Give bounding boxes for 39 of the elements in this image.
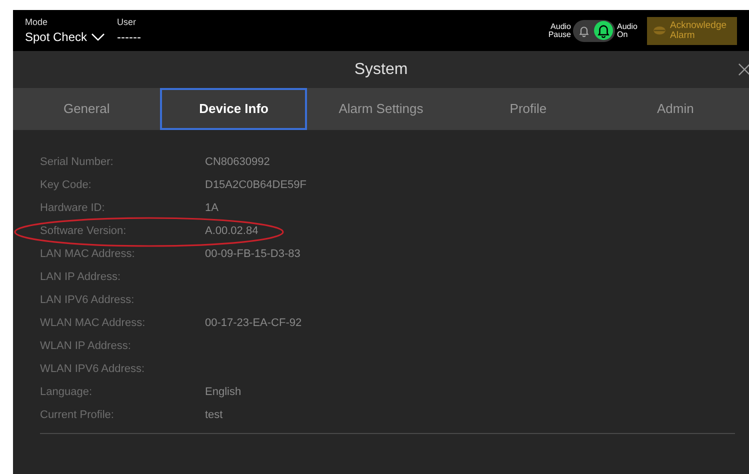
bell-icon <box>594 21 613 40</box>
tab[interactable]: Alarm Settings <box>307 88 455 130</box>
field-label: LAN IPV6 Address: <box>40 293 136 308</box>
audio-toggle[interactable] <box>573 20 615 42</box>
bell-muted-icon <box>578 24 590 36</box>
field-value: CN80630992 <box>205 155 270 170</box>
acknowledge-alarm-button[interactable]: Acknowledge Alarm <box>647 16 737 44</box>
field-label: Language: <box>40 385 93 400</box>
field-label: WLAN MAC Address: <box>40 316 146 332</box>
field-value: test <box>205 408 223 424</box>
field-value: A.00.02.84 <box>205 224 258 240</box>
field-value: 00-17-23-EA-CF-92 <box>205 316 302 332</box>
audio-on-label: Audio On <box>617 22 638 38</box>
mode-dropdown[interactable]: Spot Check <box>25 31 106 43</box>
close-icon[interactable] <box>738 63 749 76</box>
field-label: WLAN IPV6 Address: <box>40 362 146 378</box>
tab[interactable]: General <box>13 88 160 130</box>
field-value: 1A <box>205 201 218 216</box>
field-value: 00-09-FB-15-D3-83 <box>205 247 300 262</box>
field-label: Software Version: <box>40 224 128 240</box>
audio-pause-label: Audio Pause <box>547 22 571 38</box>
field-label: Hardware ID: <box>40 201 106 216</box>
field-label: LAN MAC Address: <box>40 247 136 262</box>
tab[interactable]: Admin <box>602 88 749 130</box>
alarm-icon <box>653 26 666 35</box>
window-title: System <box>354 60 408 80</box>
user-value: ------ <box>117 31 142 43</box>
chevron-down-icon <box>91 33 106 41</box>
field-label: Serial Number: <box>40 155 114 170</box>
field-value: English <box>205 385 242 400</box>
mode-label: Mode <box>25 18 49 27</box>
field-value: D15A2C0B64DE59F <box>205 178 307 194</box>
field-label: Current Profile: <box>40 408 115 424</box>
tab[interactable]: Device Info <box>160 88 308 130</box>
tab[interactable]: Profile <box>454 88 602 130</box>
field-label: Key Code: <box>40 178 92 194</box>
user-label: User <box>117 18 138 27</box>
field-label: LAN IP Address: <box>40 270 122 286</box>
field-label: WLAN IP Address: <box>40 339 132 354</box>
